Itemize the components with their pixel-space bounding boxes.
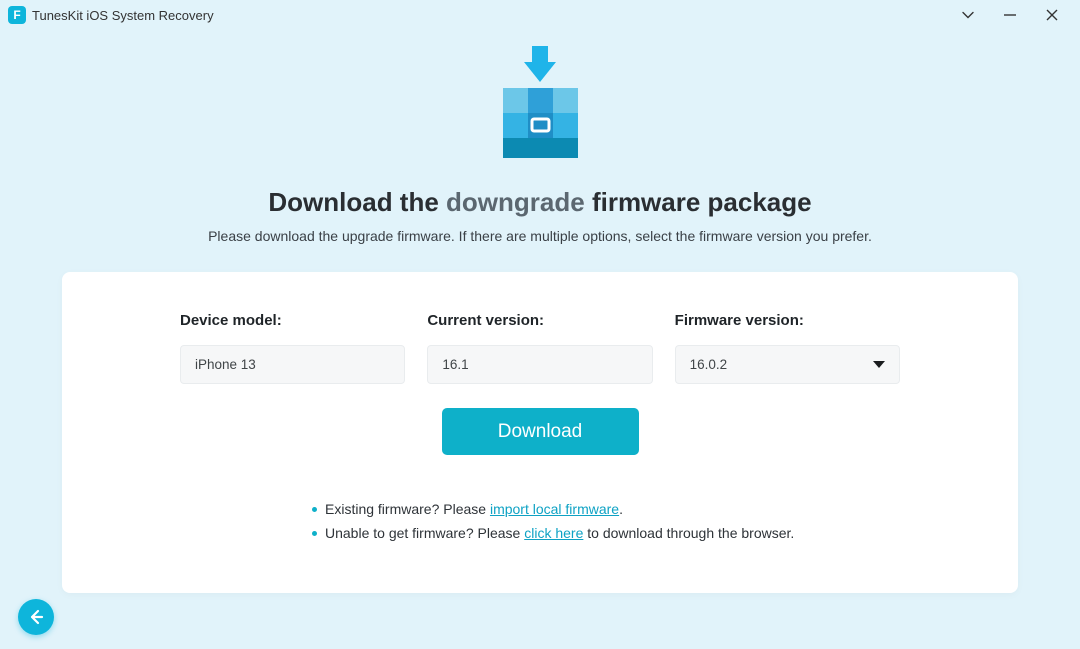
minimize-icon[interactable] [998, 3, 1022, 27]
firmware-version-label: Firmware version: [675, 312, 900, 329]
current-version-text: 16.1 [442, 357, 468, 372]
hint-text: Unable to get firmware? Please click her… [325, 525, 794, 541]
current-version-field: Current version: 16.1 [427, 312, 652, 384]
current-version-value: 16.1 [427, 345, 652, 384]
chevron-down-icon [873, 361, 885, 368]
bullet-icon [312, 507, 317, 512]
back-button[interactable] [18, 599, 54, 635]
firmware-card: Device model: iPhone 13 Current version:… [62, 272, 1018, 593]
close-icon[interactable] [1040, 3, 1064, 27]
download-package-icon [499, 44, 581, 169]
page-title: Download the downgrade firmware package [0, 187, 1080, 218]
title-post: firmware package [585, 187, 812, 217]
hint-existing-pre: Existing firmware? Please [325, 501, 490, 517]
bullet-icon [312, 531, 317, 536]
window-controls [956, 3, 1072, 27]
titlebar-left: F TunesKit iOS System Recovery [8, 6, 214, 24]
hints: Existing firmware? Please import local f… [180, 501, 900, 541]
download-button[interactable]: Download [442, 408, 639, 455]
hint-unable-post: to download through the browser. [583, 525, 794, 541]
hint-text: Existing firmware? Please import local f… [325, 501, 623, 517]
chevron-down-icon[interactable] [956, 3, 980, 27]
hero: Download the downgrade firmware package … [0, 30, 1080, 244]
title-pre: Download the [268, 187, 446, 217]
page-subtitle: Please download the upgrade firmware. If… [0, 228, 1080, 244]
device-model-label: Device model: [180, 312, 405, 329]
current-version-label: Current version: [427, 312, 652, 329]
import-local-firmware-link[interactable]: import local firmware [490, 501, 619, 517]
firmware-version-select[interactable]: 16.0.2 [675, 345, 900, 384]
titlebar: F TunesKit iOS System Recovery [0, 0, 1080, 30]
hint-unable-firmware: Unable to get firmware? Please click her… [312, 525, 900, 541]
hint-existing-post: . [619, 501, 623, 517]
hint-unable-pre: Unable to get firmware? Please [325, 525, 524, 541]
device-model-value: iPhone 13 [180, 345, 405, 384]
firmware-version-text: 16.0.2 [690, 357, 728, 372]
device-model-field: Device model: iPhone 13 [180, 312, 405, 384]
click-here-link[interactable]: click here [524, 525, 583, 541]
app-logo-icon: F [8, 6, 26, 24]
arrow-left-icon [26, 607, 46, 627]
firmware-version-field: Firmware version: 16.0.2 [675, 312, 900, 384]
fields-row: Device model: iPhone 13 Current version:… [180, 312, 900, 384]
app-title: TunesKit iOS System Recovery [32, 8, 214, 23]
device-model-text: iPhone 13 [195, 357, 256, 372]
hint-existing-firmware: Existing firmware? Please import local f… [312, 501, 900, 517]
title-emphasis: downgrade [446, 187, 585, 217]
